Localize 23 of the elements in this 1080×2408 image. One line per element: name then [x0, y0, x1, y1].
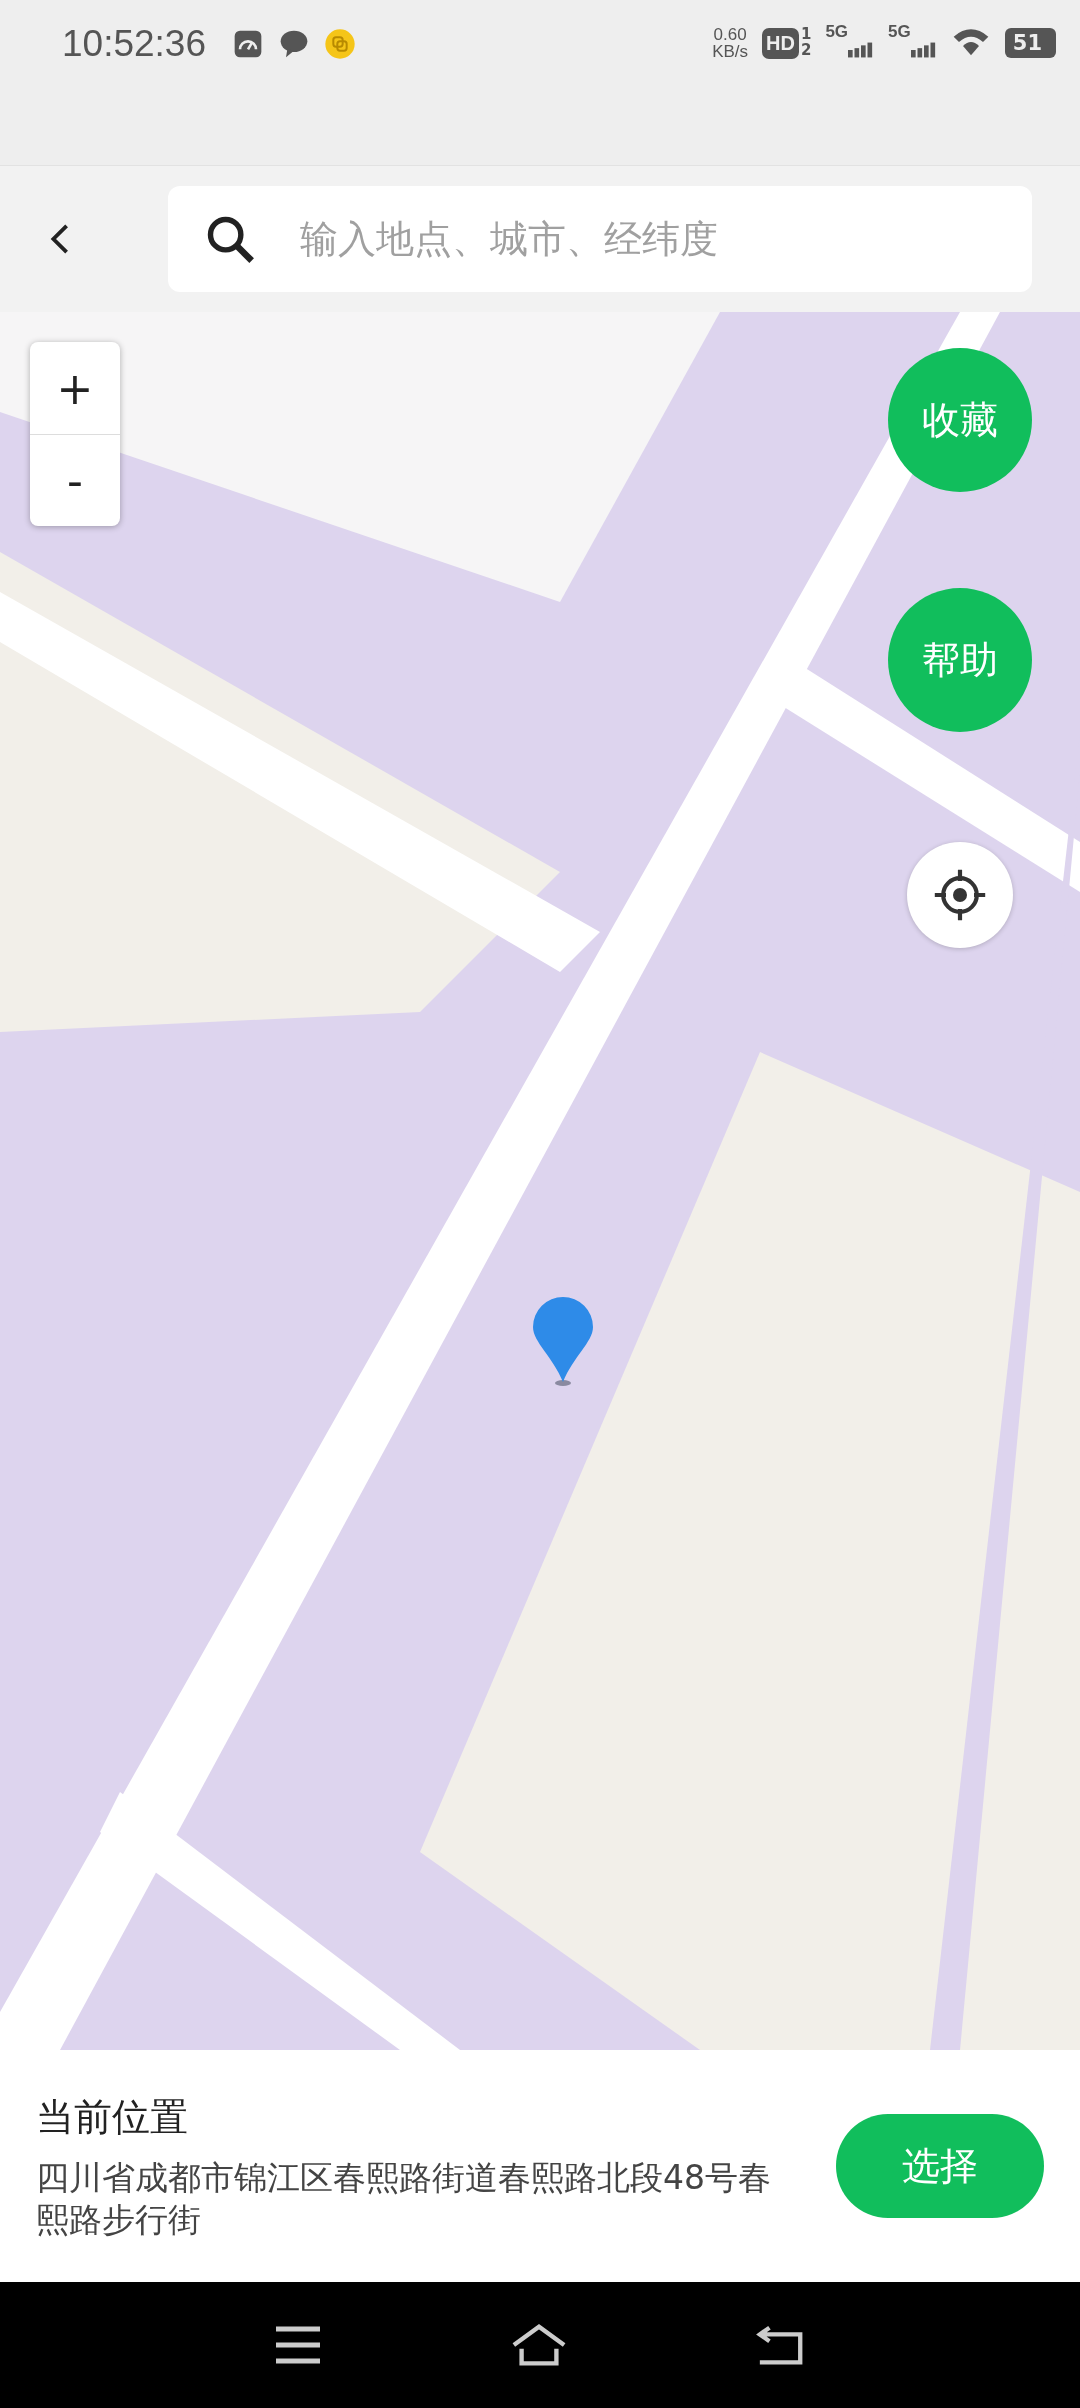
menu-button[interactable]: [274, 2325, 322, 2365]
network-speed: 0.60: [713, 26, 747, 43]
signal-icon: [848, 42, 875, 58]
signal-icon: [910, 42, 937, 58]
sim-number: 2: [800, 42, 812, 58]
address-text: 四川省成都市锦江区春熙路街道春熙路北段48号春熙路步行街: [36, 2156, 772, 2241]
battery-level: 51: [1004, 28, 1056, 58]
location-pin-icon: [533, 1297, 593, 1387]
sim-number: 1: [800, 26, 812, 42]
select-button[interactable]: 选择: [836, 2114, 1044, 2218]
hd-badge: HD: [762, 28, 799, 59]
search-field[interactable]: 输入地点、城市、经纬度: [168, 186, 1032, 292]
home-button[interactable]: [510, 2323, 568, 2367]
coin-icon: [324, 28, 357, 60]
crosshair-icon: [932, 867, 988, 923]
network-type: 5G: [888, 22, 911, 42]
zoom-in-button[interactable]: +: [30, 342, 120, 434]
speed-unit: KB/s: [712, 43, 749, 60]
panel-title: 当前位置: [36, 2093, 189, 2141]
clock: 10:52:36: [62, 22, 207, 66]
chevron-left-icon: [49, 222, 71, 256]
zoom-out-button[interactable]: -: [30, 434, 120, 526]
network-type: 5G: [825, 22, 849, 42]
